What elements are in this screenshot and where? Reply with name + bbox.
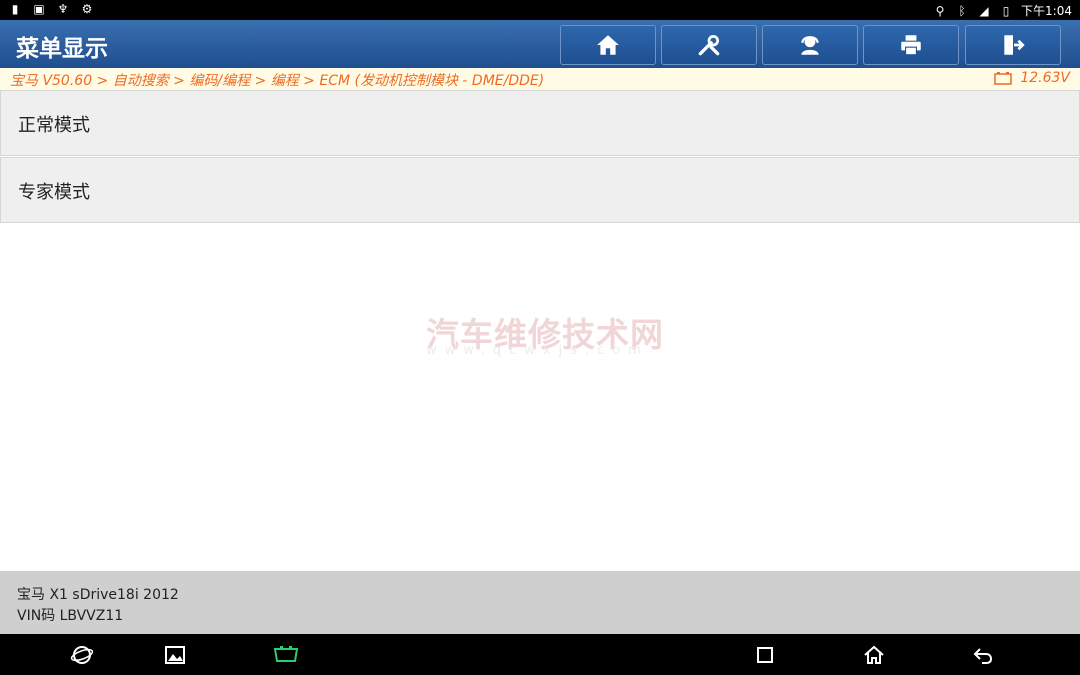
home-outline-icon <box>864 645 884 664</box>
back-button[interactable] <box>970 642 996 668</box>
breadcrumb: 宝马 V50.60 > 自动搜索 > 编码/编程 > 编程 > ECM (发动机… <box>0 68 1080 90</box>
browser-icon <box>70 646 94 664</box>
car-battery-icon <box>994 72 1013 85</box>
bluetooth-icon: ᛒ <box>958 3 966 18</box>
system-nav-bar <box>0 634 1080 675</box>
menu-item-normal-mode[interactable]: 正常模式 <box>0 90 1080 156</box>
menu-item-label: 正常模式 <box>18 115 90 136</box>
clock: 下午1:04 <box>1021 4 1072 18</box>
image-icon: ▣ <box>33 2 45 16</box>
breadcrumb-path: 宝马 V50.60 > 自动搜索 > 编码/编程 > 编程 > ECM (发动机… <box>10 73 545 89</box>
support-icon <box>801 36 819 55</box>
print-icon <box>901 35 921 56</box>
home-nav-button[interactable] <box>861 642 887 668</box>
browser-button[interactable] <box>69 642 95 668</box>
voltage-indicator: 12.63V <box>994 70 1070 86</box>
location-icon: ⚲ <box>935 3 945 18</box>
support-button[interactable] <box>762 25 858 65</box>
diagnose-button[interactable] <box>661 25 757 65</box>
stethoscope-icon: ♆ <box>57 2 69 16</box>
vci-button[interactable] <box>271 642 301 668</box>
vin-number: VIN码 LBVVZ11 <box>17 608 124 624</box>
vehicle-model: 宝马 X1 sDrive18i 2012 <box>17 587 179 603</box>
menu-item-label: 专家模式 <box>18 182 90 203</box>
home-icon <box>597 35 619 55</box>
exit-icon <box>1004 35 1025 55</box>
exit-button[interactable] <box>965 25 1061 65</box>
settings-notification-icon: ⚙ <box>81 2 93 16</box>
print-button[interactable] <box>863 25 959 65</box>
watermark-url: www.qcwxjs.com <box>426 343 649 358</box>
vehicle-info-panel: 宝马 X1 sDrive18i 2012 VIN码 LBVVZ11 <box>0 571 1080 634</box>
notification-icon: ▮ <box>11 2 19 16</box>
gallery-icon <box>165 646 185 664</box>
battery-icon: ▯ <box>1002 3 1010 18</box>
back-icon <box>973 648 993 664</box>
gallery-button[interactable] <box>162 642 188 668</box>
signal-icon: ◢ <box>979 3 989 18</box>
menu-item-expert-mode[interactable]: 专家模式 <box>0 157 1080 223</box>
recent-apps-button[interactable] <box>752 642 778 668</box>
recent-apps-icon <box>757 647 773 663</box>
diagnose-icon <box>698 34 720 56</box>
voltage-value: 12.63V <box>1020 70 1070 86</box>
status-bar: ▮ ▣ ♆ ⚙ ⚲ ᛒ ◢ ▯ 下午1:04 <box>0 0 1080 20</box>
page-title: 菜单显示 <box>16 36 108 62</box>
vci-icon <box>273 646 299 662</box>
home-button[interactable] <box>560 25 656 65</box>
app-header: 菜单显示 <box>0 20 1080 68</box>
